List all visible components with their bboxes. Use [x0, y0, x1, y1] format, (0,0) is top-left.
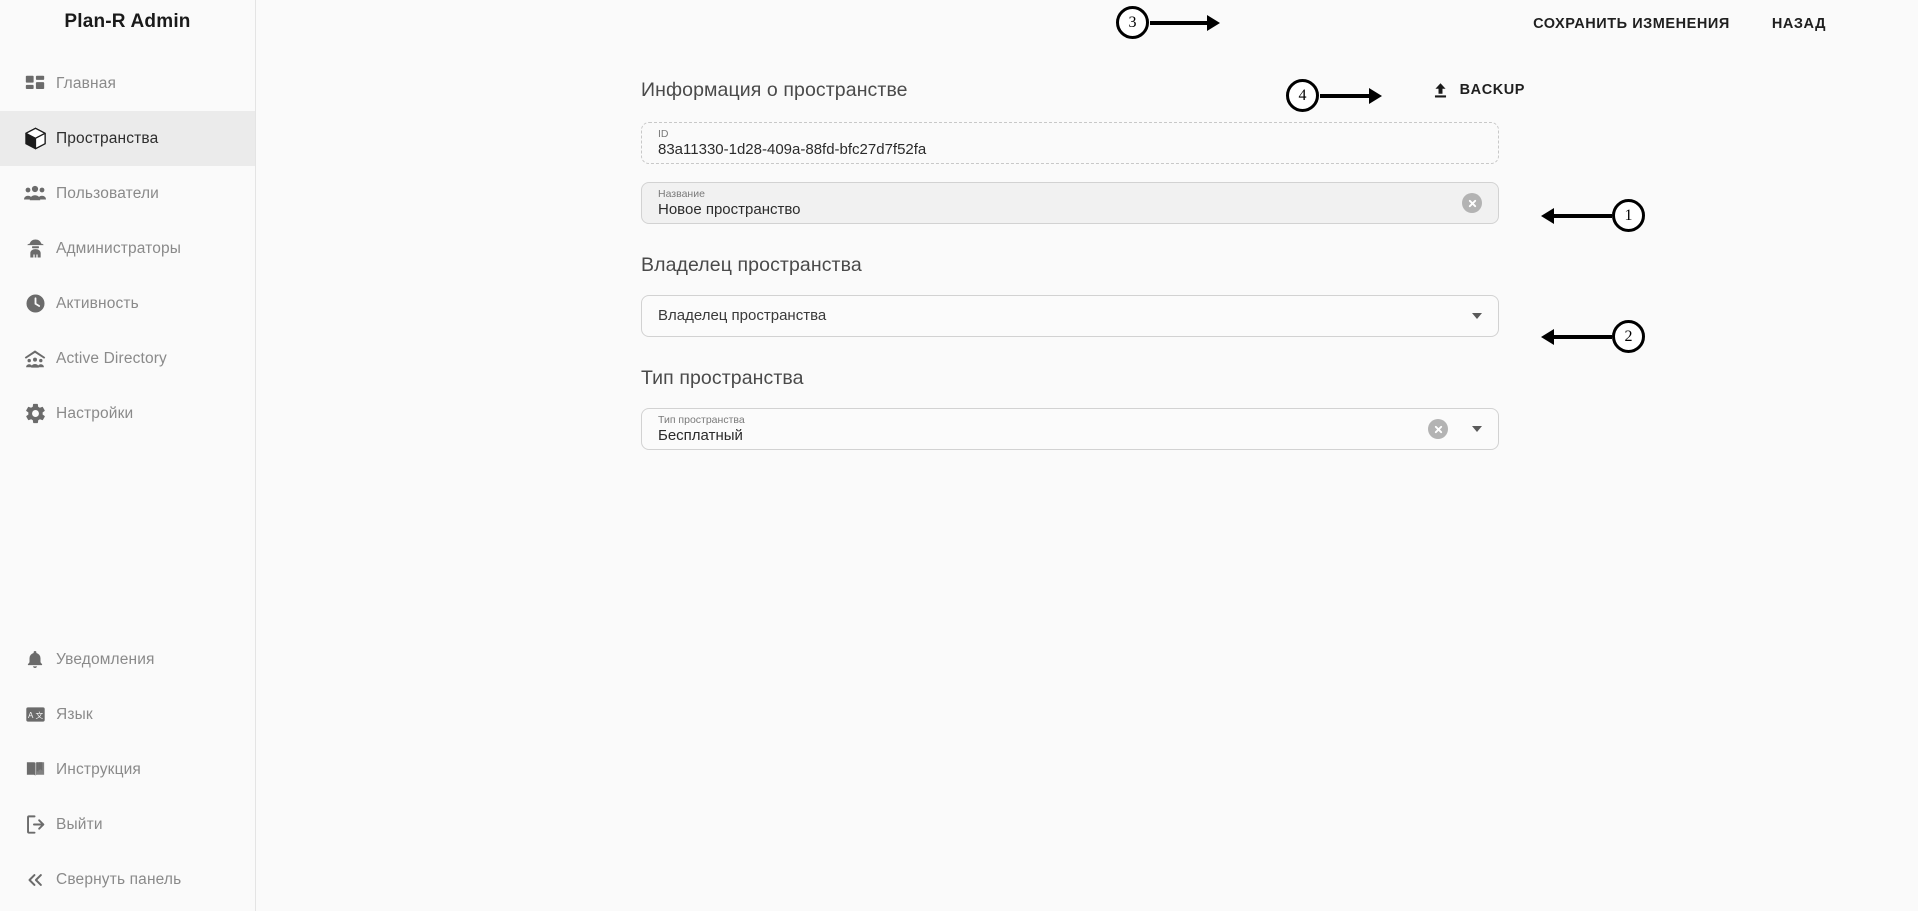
svg-text:A: A [28, 711, 34, 720]
space-id-field: ID 83a11330-1d28-409a-88fd-bfc27d7f52fa [641, 122, 1499, 164]
chevron-down-icon[interactable] [1472, 426, 1482, 432]
sidebar-item-label: Уведомления [56, 650, 155, 668]
sidebar-item-aktivnost[interactable]: Активность [0, 276, 255, 331]
sidebar-item-uvedomleniya[interactable]: Уведомления [0, 632, 255, 687]
people-group-icon [14, 182, 56, 206]
space-form: Информация о пространстве BACKUP ID 83a1… [641, 76, 1543, 450]
detective-icon [14, 237, 56, 260]
sidebar-item-active-directory[interactable]: Active Directory [0, 331, 255, 386]
space-owner-placeholder: Владелец пространства [658, 307, 827, 324]
sidebar: Plan-R Admin Главная Пространства Пользо… [0, 0, 256, 911]
sidebar-item-label: Пользователи [56, 184, 159, 202]
translate-icon: A 文 [14, 703, 56, 726]
upload-icon[interactable] [1431, 81, 1450, 100]
backup-action-group: BACKUP [1431, 81, 1543, 100]
space-type-label: Тип пространства [658, 413, 745, 426]
sidebar-item-label: Инструкция [56, 760, 141, 778]
type-section-title: Тип пространства [641, 367, 804, 389]
space-name-value: Новое пространство [658, 200, 801, 218]
chevron-double-left-icon [14, 869, 56, 891]
sidebar-item-label: Свернуть панель [56, 870, 182, 888]
clock-icon [14, 292, 56, 315]
space-id-label: ID [658, 127, 669, 140]
svg-text:文: 文 [35, 710, 43, 720]
sidebar-nav-secondary: Уведомления A 文 Язык Инструкция Выйти Св… [0, 632, 255, 911]
sidebar-item-nastroyki[interactable]: Настройки [0, 386, 255, 441]
app-title: Plan-R Admin [64, 11, 191, 32]
sidebar-item-label: Active Directory [56, 349, 167, 367]
main-content: СОХРАНИТЬ ИЗМЕНЕНИЯ НАЗАД Информация о п… [256, 0, 1918, 911]
sidebar-item-label: Язык [56, 705, 93, 723]
info-section-title: Информация о пространстве [641, 78, 908, 101]
cube-icon [14, 126, 56, 151]
gear-icon [14, 402, 56, 425]
book-icon [14, 758, 56, 781]
clear-type-icon[interactable] [1428, 419, 1448, 439]
logout-icon [14, 813, 56, 836]
sidebar-item-label: Администраторы [56, 239, 182, 257]
bell-icon [14, 649, 56, 671]
directory-house-icon [14, 347, 56, 371]
info-header-row: Информация о пространстве BACKUP [641, 76, 1543, 104]
sidebar-item-label: Настройки [56, 404, 134, 422]
space-name-label: Название [658, 187, 705, 200]
backup-button[interactable]: BACKUP [1460, 82, 1525, 98]
sidebar-item-label: Выйти [56, 815, 103, 833]
sidebar-nav-primary: Главная Пространства Пользователи Админи… [0, 56, 255, 441]
top-action-bar: СОХРАНИТЬ ИЗМЕНЕНИЯ НАЗАД [256, 0, 1918, 48]
space-owner-select[interactable]: Владелец пространства [641, 295, 1499, 337]
sidebar-item-vyyti[interactable]: Выйти [0, 797, 255, 852]
sidebar-item-glavnaya[interactable]: Главная [0, 56, 255, 111]
space-id-value: 83a11330-1d28-409a-88fd-bfc27d7f52fa [658, 140, 927, 158]
sidebar-item-administratory[interactable]: Администраторы [0, 221, 255, 276]
sidebar-item-label: Главная [56, 74, 117, 92]
owner-section-title: Владелец пространства [641, 254, 862, 276]
back-button[interactable]: НАЗАД [1762, 10, 1836, 38]
sidebar-item-yazyk[interactable]: A 文 Язык [0, 687, 255, 742]
sidebar-item-label: Пространства [56, 129, 159, 147]
sidebar-item-polzovateli[interactable]: Пользователи [0, 166, 255, 221]
sidebar-item-label: Активность [56, 294, 139, 312]
sidebar-item-instrukciya[interactable]: Инструкция [0, 742, 255, 797]
space-type-select[interactable]: Тип пространства Бесплатный [641, 408, 1499, 450]
chevron-down-icon[interactable] [1472, 313, 1482, 319]
dashboard-grid-icon [14, 73, 56, 95]
space-name-field[interactable]: Название Новое пространство [641, 182, 1499, 224]
save-changes-button[interactable]: СОХРАНИТЬ ИЗМЕНЕНИЯ [1523, 10, 1740, 38]
sidebar-item-prostranstva[interactable]: Пространства [0, 111, 255, 166]
sidebar-item-collapse-panel[interactable]: Свернуть панель [0, 852, 255, 907]
clear-name-icon[interactable] [1462, 193, 1482, 213]
space-type-value: Бесплатный [658, 426, 743, 444]
